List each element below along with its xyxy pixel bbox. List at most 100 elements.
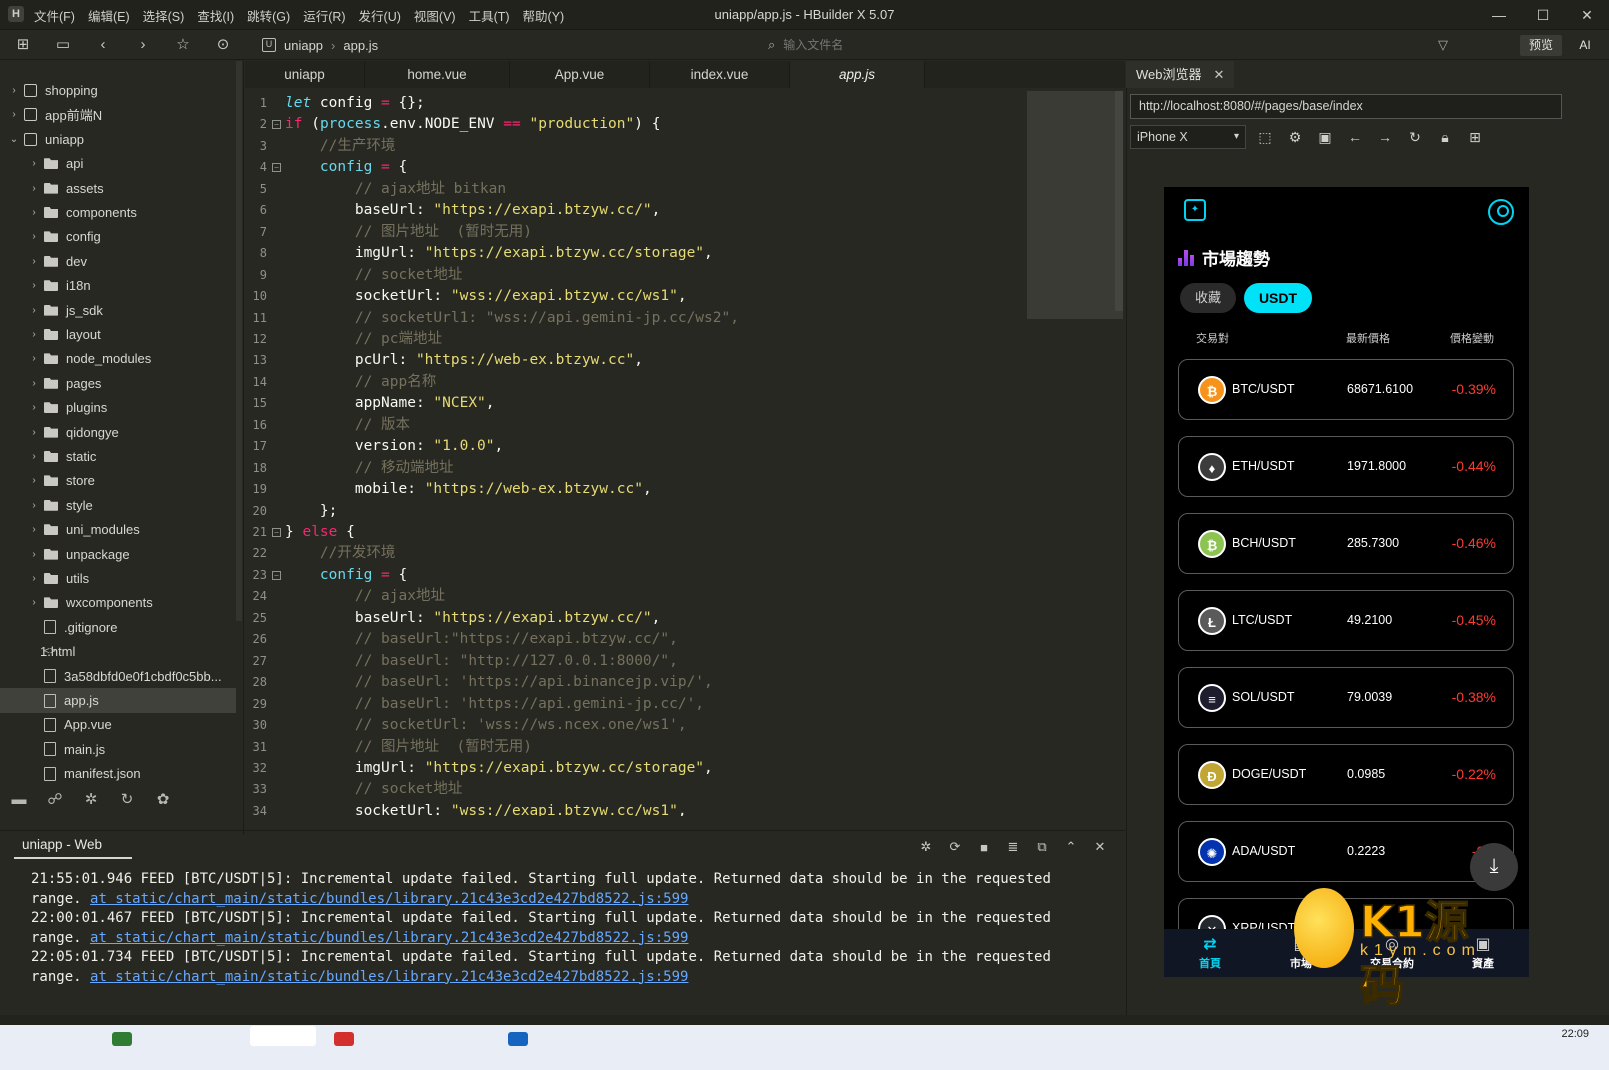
tree-item[interactable]: › config — [0, 224, 236, 249]
nav-market[interactable]: ▤ 市場 — [1271, 935, 1331, 971]
chevron-icon[interactable]: › — [8, 85, 20, 96]
tree-item[interactable]: 3a58dbfd0e0f1cbdf0c5bb... — [0, 664, 236, 689]
coin-row[interactable]: ♦ ETH/USDT 1971.8000 -0.44% — [1178, 436, 1514, 497]
taskbar-app-icon[interactable] — [508, 1032, 528, 1046]
tree-item[interactable]: › shopping — [0, 78, 236, 103]
taskbar-app-icon[interactable] — [112, 1032, 132, 1046]
chevron-icon[interactable]: › — [28, 451, 40, 462]
tree-item[interactable]: › assets — [0, 176, 236, 201]
restart-icon[interactable]: ⟳ — [945, 839, 965, 855]
chevron-icon[interactable]: › — [28, 427, 40, 438]
tree-item[interactable]: › style — [0, 493, 236, 518]
coin-row[interactable]: ✺ADA/USDT0.2223-0.4 — [1178, 821, 1514, 882]
tree-item[interactable]: › qidongye — [0, 420, 236, 445]
tree-item[interactable]: › api — [0, 151, 236, 176]
console-tab[interactable]: uniapp - Web — [14, 834, 132, 859]
filter-icon[interactable]: ▽ — [1438, 37, 1448, 53]
tree-item[interactable]: › wxcomponents — [0, 590, 236, 615]
tree-item[interactable]: › uni_modules — [0, 517, 236, 542]
chevron-icon[interactable]: › — [28, 280, 40, 291]
filter-log-icon[interactable]: ≣ — [1003, 839, 1023, 855]
minimap[interactable] — [1027, 91, 1123, 319]
coin-row[interactable]: Ð DOGE/USDT 0.0985 -0.22% — [1178, 744, 1514, 805]
chevron-icon[interactable]: › — [28, 353, 40, 364]
chevron-icon[interactable]: › — [28, 378, 40, 389]
forward-arrow-icon[interactable]: → — [1374, 129, 1396, 145]
ai-button[interactable]: AI — [1568, 35, 1602, 56]
chevron-icon[interactable]: › — [28, 256, 40, 267]
star-icon[interactable]: ☆ — [168, 30, 198, 60]
tree-item[interactable]: › dev — [0, 249, 236, 274]
chevron-icon[interactable]: › — [28, 305, 40, 316]
binoculars-icon[interactable]: ☍ — [44, 790, 66, 808]
editor-tab[interactable]: app.js — [790, 61, 925, 88]
coin-row[interactable]: Ł LTC/USDT 49.2100 -0.45% — [1178, 590, 1514, 651]
preview-button[interactable]: 预览 — [1520, 35, 1562, 56]
console-source-link[interactable]: at static/chart_main/static/bundles/libr… — [90, 930, 688, 946]
screenshot-icon[interactable]: ⬚ — [1254, 129, 1276, 146]
stop-icon[interactable]: ■ — [974, 840, 994, 855]
menu-item[interactable]: 跳转(G) — [247, 6, 290, 25]
coin-row[interactable]: ₿ BTC/USDT 68671.6100 -0.39% — [1178, 359, 1514, 420]
tree-item[interactable]: › components — [0, 200, 236, 225]
sidebar-scrollbar[interactable] — [236, 61, 242, 621]
device-select[interactable]: iPhone X — [1130, 125, 1246, 149]
download-icon[interactable]: ⤓ — [1470, 843, 1518, 891]
close-tab-icon[interactable]: ✕ — [1214, 67, 1225, 82]
taskbar-active-app[interactable] — [250, 1026, 316, 1046]
tree-item[interactable]: manifest.json — [0, 761, 236, 786]
tree-item[interactable]: › layout — [0, 322, 236, 347]
tree-item[interactable]: app.js — [0, 688, 236, 713]
tree-item[interactable]: › app前端N — [0, 102, 236, 127]
nav-home[interactable]: ⇄ 首頁 — [1180, 935, 1240, 971]
chevron-icon[interactable]: › — [28, 597, 40, 608]
editor-tab[interactable]: home.vue — [365, 61, 510, 88]
menu-item[interactable]: 发行(U) — [359, 6, 401, 25]
chevron-icon[interactable]: › — [28, 573, 40, 584]
fold-toggle-icon[interactable]: − — [272, 570, 281, 580]
user-avatar-icon[interactable] — [1488, 199, 1514, 225]
tree-item[interactable]: › store — [0, 468, 236, 493]
menu-item[interactable]: 编辑(E) — [88, 6, 130, 25]
editor-scrollbar[interactable] — [1115, 91, 1123, 311]
breadcrumb-file[interactable]: app.js — [343, 38, 378, 53]
menu-item[interactable]: 选择(S) — [143, 6, 185, 25]
minimize-icon[interactable]: — — [1477, 0, 1521, 30]
fold-toggle-icon[interactable]: − — [272, 163, 281, 173]
folder-icon[interactable]: ▬ — [8, 791, 30, 808]
tree-item[interactable]: › static — [0, 444, 236, 469]
open-external-icon[interactable]: ⧉ — [1032, 839, 1052, 855]
chevron-icon[interactable]: › — [28, 207, 40, 218]
tree-item[interactable]: › unpackage — [0, 542, 236, 567]
tree-item[interactable]: <> 1.html — [0, 639, 236, 664]
chevron-icon[interactable]: › — [28, 402, 40, 413]
bug-icon[interactable]: ✲ — [80, 790, 102, 808]
tree-item[interactable]: › i18n — [0, 273, 236, 298]
fold-toggle-icon[interactable]: − — [272, 528, 281, 537]
back-arrow-icon[interactable]: ← — [1344, 129, 1366, 145]
chevron-icon[interactable]: › — [28, 183, 40, 194]
forward-icon[interactable]: › — [128, 30, 158, 60]
breadcrumb-project[interactable]: uniapp — [284, 38, 323, 53]
coin-row[interactable]: ₿ BCH/USDT 285.7300 -0.46% — [1178, 513, 1514, 574]
grid-icon[interactable]: ⊞ — [1464, 129, 1486, 146]
browser-tab[interactable]: Web浏览器 ✕ — [1126, 61, 1234, 88]
coin-row[interactable]: ≡ SOL/USDT 79.0039 -0.38% — [1178, 667, 1514, 728]
maximize-icon[interactable]: ☐ — [1521, 0, 1565, 30]
chevron-icon[interactable]: › — [28, 158, 40, 169]
chevron-icon[interactable]: › — [28, 329, 40, 340]
chevron-icon[interactable]: › — [8, 109, 20, 120]
chevron-icon[interactable]: › — [28, 549, 40, 560]
chevron-icon[interactable]: › — [28, 475, 40, 486]
chevron-icon[interactable]: › — [28, 231, 40, 242]
menu-item[interactable]: 工具(T) — [469, 6, 510, 25]
devtools-icon[interactable]: ▣ — [1314, 129, 1336, 146]
chevron-icon[interactable]: › — [28, 524, 40, 535]
file-search-input[interactable] — [783, 38, 1384, 52]
save-icon[interactable]: ▭ — [48, 30, 78, 60]
editor-tab[interactable]: App.vue — [510, 61, 650, 88]
code-editor[interactable]: 1 let config = {}; 2− if (process.env.NODE_… — [245, 88, 1025, 816]
close-console-icon[interactable]: ✕ — [1090, 839, 1110, 855]
close-icon[interactable]: ✕ — [1565, 0, 1609, 30]
reload-icon[interactable]: ↻ — [1404, 129, 1426, 146]
